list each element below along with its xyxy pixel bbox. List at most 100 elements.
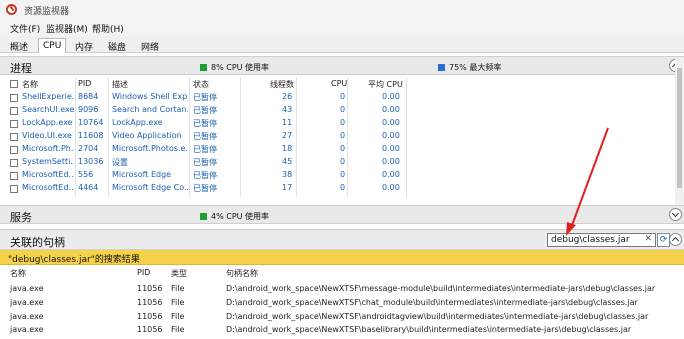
tab-overview[interactable]: 概述 <box>6 38 32 53</box>
process-pid: 11608 <box>78 131 104 140</box>
process-description: Microsoft.Photos.e... <box>112 144 188 153</box>
tab-network[interactable]: 网络 <box>137 38 163 53</box>
col-status[interactable]: 状态 <box>193 79 209 90</box>
menu-monitor[interactable]: 监视器(M) <box>46 22 88 35</box>
cpu-usage-badge: 8% CPU 使用率 <box>200 62 269 73</box>
handles-col-handle-name[interactable]: 句柄名称 <box>226 268 258 279</box>
col-pid[interactable]: PID <box>78 79 91 88</box>
process-checkbox[interactable] <box>10 94 18 102</box>
handle-row[interactable]: java.exe 11056 File D:\android_work_spac… <box>0 284 684 298</box>
process-name: SearchUI.exe <box>22 105 74 114</box>
col-description[interactable]: 描述 <box>112 79 128 90</box>
process-checkbox[interactable] <box>10 107 18 115</box>
process-checkbox[interactable] <box>10 159 18 167</box>
process-description: Search and Cortan... <box>112 105 188 114</box>
tab-memory[interactable]: 内存 <box>71 38 97 53</box>
handle-type: File <box>171 312 185 321</box>
handle-path: D:\android_work_space\NewXTSF\message-mo… <box>226 284 656 293</box>
services-label: 服务 <box>10 211 32 224</box>
process-row[interactable]: Microsoft.Ph... 2704 Microsoft.Photos.e.… <box>0 144 406 157</box>
processes-label: 进程 <box>10 62 32 75</box>
process-status: 已暂停 <box>193 93 217 102</box>
process-cpu: 0 <box>340 144 346 153</box>
process-pid: 10764 <box>78 118 104 127</box>
handle-process-name: java.exe <box>10 325 44 334</box>
vertical-scrollbar[interactable] <box>675 58 684 206</box>
process-column-headers: 名称 PID 描述 状态 线程数 CPU 平均 CPU <box>0 78 406 90</box>
process-name: Microsoft.Ph... <box>22 144 74 153</box>
tab-strip: 概述 CPU 内存 磁盘 网络 <box>0 36 684 53</box>
process-pid: 13036 <box>78 157 104 166</box>
process-threads: 27 <box>282 131 293 140</box>
col-name[interactable]: 名称 <box>22 79 38 90</box>
handle-search-input[interactable]: debug\classes.jar ✕ <box>547 233 656 247</box>
handles-label: 关联的句柄 <box>10 236 65 249</box>
frequency-blue-square-icon <box>438 64 445 71</box>
process-status: 已暂停 <box>193 158 217 167</box>
handle-path: D:\android_work_space\NewXTSF\baselibrar… <box>226 325 632 334</box>
collapse-handles-icon[interactable] <box>669 233 682 246</box>
services-cpu-text: 4% CPU 使用率 <box>211 212 270 221</box>
process-name: MicrosoftEd... <box>22 183 74 192</box>
process-cpu: 0 <box>340 157 346 166</box>
resource-monitor-icon <box>6 4 17 15</box>
title-bar: 资源监视器 <box>0 0 684 19</box>
process-row[interactable]: Video.UI.exe 11608 Video Application 已暂停… <box>0 131 406 144</box>
expand-services-icon[interactable] <box>669 208 682 221</box>
handles-col-pid[interactable]: PID <box>137 268 150 277</box>
services-header[interactable]: 服务 4% CPU 使用率 <box>0 205 684 224</box>
tab-disk[interactable]: 磁盘 <box>104 38 130 53</box>
process-row[interactable]: LockApp.exe 10764 LockApp.exe 已暂停 11 0 0… <box>0 118 406 131</box>
cpu-usage-text: 8% CPU 使用率 <box>211 63 270 72</box>
process-row[interactable]: MicrosoftEd... 556 Microsoft Edge 已暂停 38… <box>0 170 406 183</box>
process-description: 设置 <box>112 158 128 167</box>
process-threads: 43 <box>282 105 293 114</box>
process-threads: 17 <box>282 183 293 192</box>
handles-col-name[interactable]: 名称 <box>10 268 26 279</box>
graph-pane <box>406 78 674 197</box>
handle-row[interactable]: java.exe 11056 File D:\android_work_spac… <box>0 298 684 312</box>
handle-type: File <box>171 284 185 293</box>
search-result-banner: "debug\classes.jar"的搜索结果 <box>0 250 684 265</box>
process-row[interactable]: SystemSetti... 13036 设置 已暂停 45 0 0.00 <box>0 157 406 170</box>
process-description: Video Application <box>112 131 182 140</box>
processes-header[interactable]: 进程 8% CPU 使用率 75% 最大频率 <box>0 56 684 75</box>
process-checkbox[interactable] <box>10 133 18 141</box>
process-checkbox[interactable] <box>10 120 18 128</box>
handle-pid: 11056 <box>137 312 163 321</box>
handles-col-type[interactable]: 类型 <box>171 268 187 279</box>
handle-process-name: java.exe <box>10 284 44 293</box>
refresh-search-icon[interactable]: ⟳ <box>657 233 670 247</box>
menu-help[interactable]: 帮助(H) <box>92 22 124 35</box>
process-checkbox[interactable] <box>10 185 18 193</box>
menu-file[interactable]: 文件(F) <box>10 22 40 35</box>
process-checkbox[interactable] <box>10 146 18 154</box>
process-name: LockApp.exe <box>22 118 73 127</box>
search-value: debug\classes.jar <box>551 235 630 245</box>
process-row[interactable]: MicrosoftEd... 4464 Microsoft Edge Co...… <box>0 183 406 196</box>
process-pid: 8684 <box>78 92 99 101</box>
window-title: 资源监视器 <box>24 7 70 17</box>
handle-row[interactable]: java.exe 11056 File D:\android_work_spac… <box>0 312 684 326</box>
process-threads: 38 <box>282 170 293 179</box>
col-threads[interactable]: 线程数 <box>270 79 294 90</box>
scrollbar-thumb[interactable] <box>677 68 682 188</box>
col-avg-cpu[interactable]: 平均 CPU <box>368 79 403 90</box>
cpu-green-square-icon <box>200 64 207 71</box>
tab-cpu[interactable]: CPU <box>38 38 67 53</box>
select-all-checkbox[interactable] <box>10 80 18 88</box>
process-pid: 2704 <box>78 144 99 153</box>
handle-process-name: java.exe <box>10 312 44 321</box>
handle-process-name: java.exe <box>10 298 44 307</box>
process-row[interactable]: ShellExperie... 8684 Windows Shell Exp..… <box>0 92 406 105</box>
process-description: LockApp.exe <box>112 118 163 127</box>
process-name: Video.UI.exe <box>22 131 72 140</box>
process-row[interactable]: SearchUI.exe 9096 Search and Cortan... 已… <box>0 105 406 118</box>
process-cpu: 0 <box>340 183 346 192</box>
handle-path: D:\android_work_space\NewXTSF\chat_modul… <box>226 298 638 307</box>
clear-search-icon[interactable]: ✕ <box>644 234 652 244</box>
col-cpu[interactable]: CPU <box>331 79 347 88</box>
process-checkbox[interactable] <box>10 172 18 180</box>
process-avg-cpu: 0.00 <box>382 131 400 140</box>
cpu-green-square-icon <box>200 213 207 220</box>
